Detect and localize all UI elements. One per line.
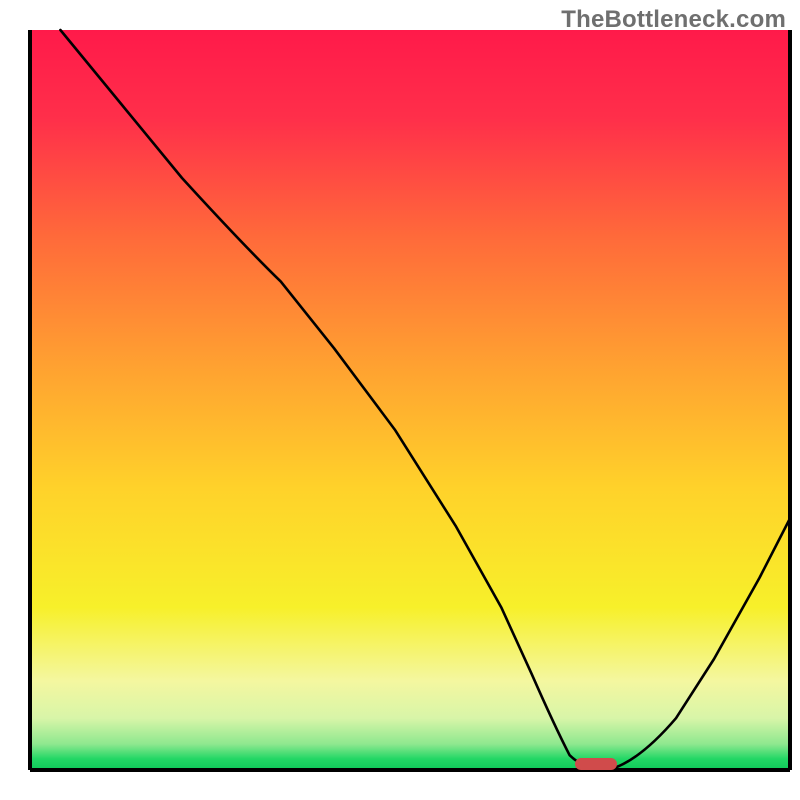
bottleneck-chart: TheBottleneck.com xyxy=(0,0,800,800)
chart-svg xyxy=(0,0,800,800)
watermark-text: TheBottleneck.com xyxy=(561,6,786,34)
plot-background xyxy=(30,30,790,770)
optimal-point-marker xyxy=(575,758,617,770)
